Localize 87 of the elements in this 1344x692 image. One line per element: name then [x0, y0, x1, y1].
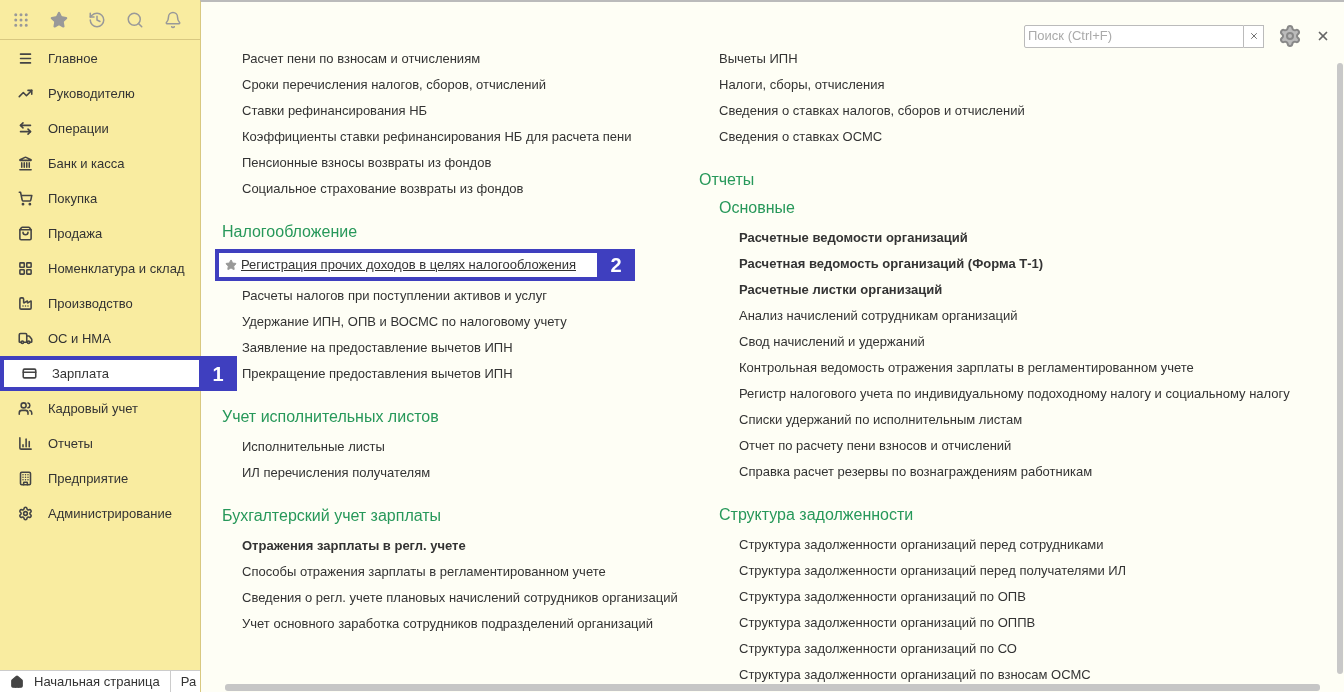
- menu-link[interactable]: Способы отражения зарплаты в регламентированном учете: [242, 559, 606, 585]
- menu-link[interactable]: ИЛ перечисления получателям: [242, 460, 431, 486]
- home-icon: [10, 674, 24, 689]
- menu-link[interactable]: Коэффициенты ставки рефинансирования НБ для расчета пени: [242, 124, 632, 150]
- bell-icon[interactable]: [164, 10, 182, 29]
- section-heading: Структура задолженности: [719, 505, 915, 525]
- sidebar-item[interactable]: Покупка: [0, 181, 200, 216]
- people-icon: [18, 401, 33, 416]
- menu-link[interactable]: Расчетные ведомости организаций: [739, 225, 968, 251]
- menu-link[interactable]: Учет основного заработка сотрудников подразделений организаций: [242, 611, 654, 637]
- section-heading: Налогообложение: [222, 222, 359, 242]
- sidebar-item[interactable]: Главное: [0, 41, 200, 76]
- section-heading: Основные: [719, 198, 796, 218]
- menu-link[interactable]: Сроки перечисления налогов, сборов, отчислений: [242, 72, 547, 98]
- card-icon: [22, 366, 37, 381]
- section-heading: Учет исполнительных листов: [222, 407, 440, 427]
- menu-link[interactable]: Контрольная ведомость отражения зарплаты в регламентированном учете: [739, 355, 1194, 381]
- close-icon[interactable]: [1316, 29, 1330, 43]
- menu-link[interactable]: Пенсионные взносы возвраты из фондов: [242, 150, 492, 176]
- menu-link[interactable]: Удержание ИПН, ОПВ и ВОСМС по налоговому учету: [242, 309, 567, 335]
- menu-link[interactable]: Структура задолженности организаций перед получателями ИЛ: [739, 558, 1127, 584]
- sidebar-item[interactable]: Зарплата 1: [0, 356, 237, 391]
- menu-link[interactable]: Структура задолженности организаций перед сотрудниками: [739, 532, 1104, 558]
- sidebar-item[interactable]: ОС и НМА: [0, 321, 200, 356]
- menu-link[interactable]: Отражения зарплаты в регл. учете: [242, 533, 466, 559]
- sidebar-item[interactable]: Отчеты: [0, 426, 200, 461]
- clear-button[interactable]: [1244, 24, 1264, 48]
- menu-link[interactable]: Сведения о ставках налогов, сборов и отчислений: [719, 98, 1025, 124]
- menu-link[interactable]: Вычеты ИПН: [719, 46, 798, 72]
- sidebar-item[interactable]: Операции: [0, 111, 200, 146]
- menu-link[interactable]: Отчет по расчету пени взносов и отчислений: [739, 433, 1012, 459]
- menu-link[interactable]: Списки удержаний по исполнительным листам: [739, 407, 1023, 433]
- menu-link[interactable]: Исполнительные листы: [242, 434, 385, 460]
- menu-link[interactable]: Сведения о ставках ОСМС: [719, 124, 883, 150]
- menu-link[interactable]: Сведения о регл. учете плановых начислений сотрудников организаций: [242, 585, 678, 611]
- open-tab[interactable]: Начальная страница: [0, 671, 171, 692]
- grid-icon: [18, 261, 33, 276]
- bank-icon: [18, 156, 33, 171]
- menu-link[interactable]: Расчет пени по взносам и отчислениям: [242, 46, 481, 72]
- sidebar-item[interactable]: Номенклатура и склад: [0, 251, 200, 286]
- open-tab[interactable]: Ра: [170, 671, 200, 692]
- exchange-icon: [18, 121, 33, 136]
- menu-link[interactable]: Ставки рефинансирования НБ: [242, 98, 428, 124]
- menu-link[interactable]: Налоги, сборы, отчисления: [719, 72, 885, 98]
- menu-link[interactable]: Структура задолженности организаций по ОППВ: [739, 610, 1036, 636]
- sidebar-item[interactable]: Предприятие: [0, 461, 200, 496]
- sidebar-item[interactable]: Продажа: [0, 216, 200, 251]
- menu-link[interactable]: Справка расчет резервы по вознаграждениям работникам: [739, 459, 1093, 485]
- menu-link[interactable]: Регистрация прочих доходов в целях налогообложения: [241, 252, 576, 278]
- truck-icon: [18, 331, 33, 346]
- menu-link[interactable]: Расчетные листки организаций: [739, 277, 943, 303]
- sidebar-item[interactable]: Руководителю: [0, 76, 200, 111]
- cart-icon: [18, 191, 33, 206]
- menu-link[interactable]: Заявление на предоставление вычетов ИПН: [242, 335, 513, 361]
- sidebar-item[interactable]: Кадровый учет: [0, 391, 200, 426]
- bar-chart-icon: [18, 436, 33, 451]
- list-icon: [18, 51, 33, 66]
- star-icon[interactable]: [50, 10, 68, 29]
- menu-link[interactable]: Свод начислений и удержаний: [739, 329, 925, 355]
- menu-link[interactable]: Расчеты налогов при поступлении активов и услуг: [242, 283, 547, 309]
- sidebar-item[interactable]: Банк и касса: [0, 146, 200, 181]
- focused-item[interactable]: Регистрация прочих доходов в целях налогообложения 2: [215, 249, 635, 281]
- bag-icon: [18, 226, 33, 241]
- menu-link[interactable]: Структура задолженности организаций по ОПВ: [739, 584, 1026, 610]
- close-icon: [1248, 31, 1259, 41]
- sidebar-item[interactable]: Производство: [0, 286, 200, 321]
- section-heading: Бухгалтерский учет зарплаты: [222, 506, 443, 526]
- history-icon[interactable]: [88, 10, 106, 29]
- menu-link[interactable]: Анализ начислений сотрудникам организаций: [739, 303, 1018, 329]
- section-heading: Отчеты: [699, 170, 756, 190]
- gear-icon: [18, 506, 33, 521]
- menu-link[interactable]: Регистр налогового учета по индивидуальному подоходному налогу и социальному налогу: [739, 381, 1290, 407]
- menu-link[interactable]: Прекращение предоставления вычетов ИПН: [242, 361, 513, 387]
- settings-icon[interactable]: [1278, 24, 1302, 48]
- star-icon: [225, 259, 237, 271]
- building-icon: [18, 471, 33, 486]
- menu-link[interactable]: Расчетная ведомость организаций (Форма Т-1): [739, 251, 1044, 277]
- search-icon[interactable]: [126, 10, 144, 29]
- menu-link[interactable]: Структура задолженности организаций по взносам ОСМС: [739, 662, 1091, 684]
- menu-link[interactable]: Структура задолженности организаций по СО: [739, 636, 1017, 662]
- scrollbar[interactable]: [1337, 63, 1343, 674]
- horizontal-scrollbar[interactable]: [225, 684, 1320, 691]
- menu-link[interactable]: Социальное страхование возвраты из фондов: [242, 176, 524, 202]
- factory-icon: [18, 296, 33, 311]
- search-field[interactable]: Поиск (Ctrl+F): [1024, 24, 1244, 48]
- apps-icon[interactable]: [12, 10, 30, 29]
- sidebar-item[interactable]: Администрирование: [0, 496, 200, 531]
